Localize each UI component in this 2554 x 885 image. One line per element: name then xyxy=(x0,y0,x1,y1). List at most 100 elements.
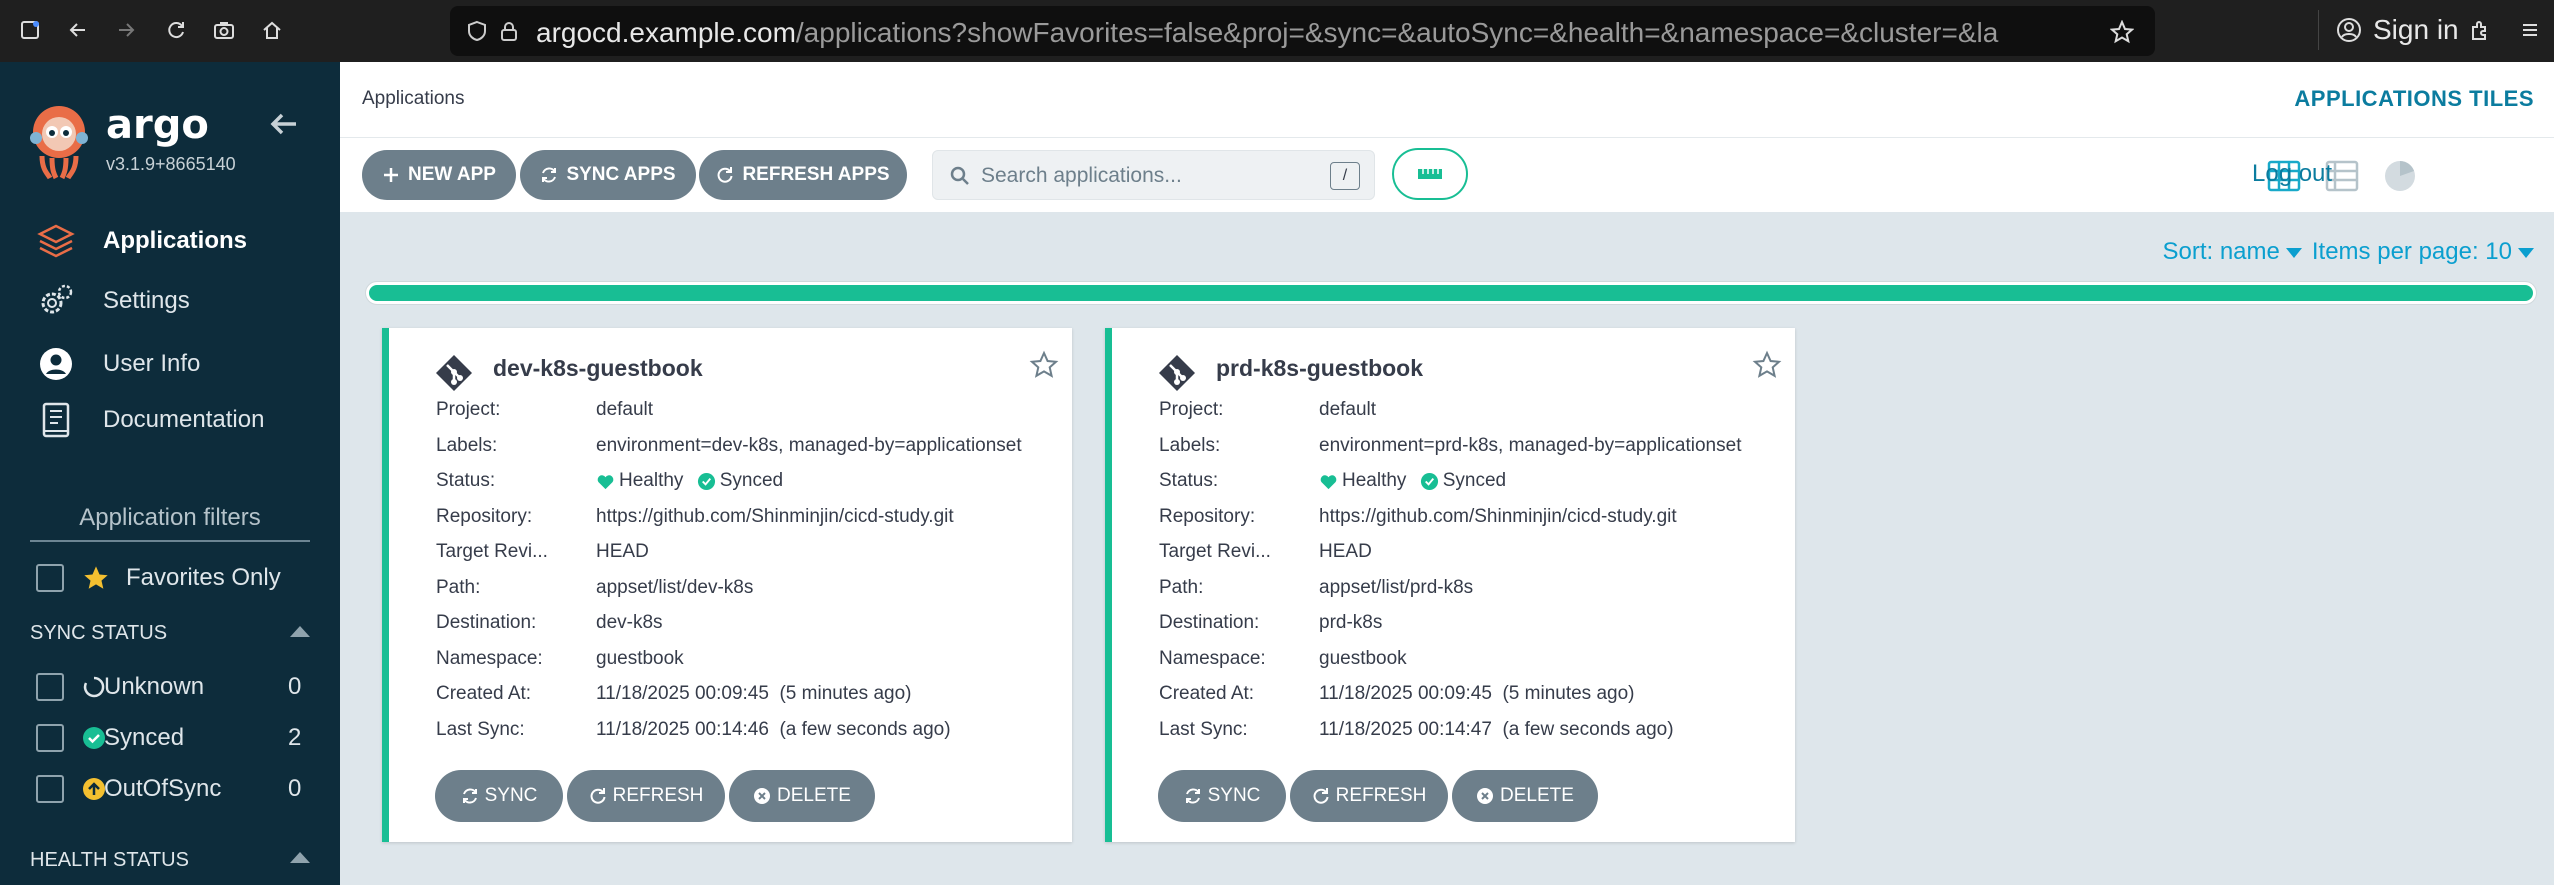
field-label: Repository: xyxy=(1159,506,1256,527)
field-label: Path: xyxy=(436,577,481,598)
new-app-button[interactable]: NEW APP xyxy=(362,150,516,200)
repository-link[interactable]: https://github.com/Shinminjin/cicd-study… xyxy=(596,506,954,528)
field-value: 11/18/2025 00:09:45 (5 minutes ago) xyxy=(1319,683,1635,704)
app-name[interactable]: prd-k8s-guestbook xyxy=(1216,355,1423,382)
sync-filter-count: 0 xyxy=(288,775,302,802)
repository-link[interactable]: https://github.com/Shinminjin/cicd-study… xyxy=(1319,506,1677,528)
nav-user-info[interactable]: User Info xyxy=(36,344,200,384)
version-text: v3.1.9+8665140 xyxy=(106,154,236,174)
field-label: Created At: xyxy=(436,683,532,704)
sync-icon xyxy=(1185,788,1200,804)
toolbar: NEW APP SYNC APPS REFRESH APPS Search ap… xyxy=(340,138,2554,212)
forward-icon[interactable] xyxy=(110,14,142,46)
collapse-sync-status-icon[interactable] xyxy=(290,626,310,637)
nav-documentation[interactable]: Documentation xyxy=(36,400,264,440)
app-name[interactable]: dev-k8s-guestbook xyxy=(493,355,703,382)
plus-icon xyxy=(384,168,399,182)
sync-button-label: SYNC xyxy=(1207,785,1261,806)
url-host: argocd.example.com xyxy=(536,17,796,48)
pie-chart-view-icon[interactable] xyxy=(2382,158,2418,194)
refresh-apps-button[interactable]: REFRESH APPS xyxy=(699,150,907,200)
favorite-star-icon[interactable] xyxy=(1029,350,1059,380)
field-value: default xyxy=(1319,399,1377,420)
nav-user-info-label: User Info xyxy=(103,350,201,377)
sync-button[interactable]: SYNC xyxy=(1158,770,1286,822)
lock-icon[interactable] xyxy=(498,20,520,42)
collapse-sidebar-icon[interactable] xyxy=(266,106,302,142)
sync-filter-label: Synced xyxy=(104,724,185,751)
shield-icon[interactable] xyxy=(466,20,488,42)
field-value: 11/18/2025 00:09:45 (5 minutes ago) xyxy=(596,683,912,704)
health-status-title: HEALTH STATUS xyxy=(30,849,189,871)
sync-button-label: SYNC xyxy=(484,785,538,806)
search-shortcut-key: / xyxy=(1330,162,1360,190)
breadcrumb[interactable]: Applications xyxy=(362,88,464,110)
screenshot-icon[interactable] xyxy=(208,14,240,46)
sync-filter-outofsync[interactable]: OutOfSync 0 xyxy=(36,773,316,805)
favorites-filter[interactable]: Favorites Only xyxy=(36,562,316,594)
app-card[interactable]: dev-k8s-guestbook Project: default Labels… xyxy=(382,328,1072,842)
refresh-button[interactable]: REFRESH xyxy=(567,770,725,822)
git-icon xyxy=(1159,355,1195,391)
tab-overview-icon[interactable] xyxy=(14,14,46,46)
sync-button[interactable]: SYNC xyxy=(435,770,563,822)
delete-button[interactable]: DELETE xyxy=(729,770,875,822)
sync-filter-synced[interactable]: Synced 2 xyxy=(36,722,316,754)
sign-in-button[interactable]: Sign in xyxy=(2318,10,2459,50)
search-placeholder: Search applications... xyxy=(981,164,1182,187)
items-per-page-dropdown[interactable]: Items per page: 10 xyxy=(2312,238,2534,266)
items-per-page-label: Items per page: 10 xyxy=(2311,238,2512,265)
field-label: Status: xyxy=(436,470,496,491)
sync-apps-label: SYNC APPS xyxy=(566,164,676,185)
status-value: Healthy Synced xyxy=(596,470,791,497)
logout-button[interactable]: Log out xyxy=(2252,160,2332,188)
status-value: Healthy Synced xyxy=(1319,470,1514,497)
sign-in-label: Sign in xyxy=(2373,14,2459,45)
field-label: Status: xyxy=(1159,470,1219,491)
health-label: Healthy xyxy=(1342,470,1407,491)
outofsync-checkbox[interactable] xyxy=(36,775,64,803)
field-value: guestbook xyxy=(596,648,684,669)
sync-filter-unknown[interactable]: Unknown 0 xyxy=(36,671,316,703)
favorite-star-icon[interactable] xyxy=(1752,350,1782,380)
health-status: Healthy xyxy=(1319,470,1406,492)
sort-dropdown[interactable]: Sort: name xyxy=(2162,238,2302,266)
refresh-apps-label: REFRESH APPS xyxy=(742,164,890,185)
favorites-checkbox[interactable] xyxy=(36,564,64,592)
address-bar[interactable]: argocd.example.com/applications?showFavo… xyxy=(450,6,2155,56)
nav-applications[interactable]: Applications xyxy=(36,221,247,261)
check-circle-icon xyxy=(1420,472,1438,490)
delete-button[interactable]: DELETE xyxy=(1452,770,1598,822)
sync-icon xyxy=(462,788,477,804)
app-card[interactable]: prd-k8s-guestbook Project: default Labels… xyxy=(1105,328,1795,842)
refresh-button[interactable]: REFRESH xyxy=(1290,770,1448,822)
field-label: Namespace: xyxy=(436,648,543,669)
extensions-icon[interactable] xyxy=(2464,14,2496,46)
field-value: environment=dev-k8s, managed-by=applicat… xyxy=(596,435,1022,456)
caret-down-icon xyxy=(2285,247,2302,258)
page-title: APPLICATIONS TILES xyxy=(2294,86,2534,111)
collapse-health-status-icon[interactable] xyxy=(290,852,310,863)
field-label: Project: xyxy=(436,399,501,420)
sync-label: Synced xyxy=(719,470,784,491)
field-value: HEAD xyxy=(1319,541,1372,562)
bookmark-star-icon[interactable] xyxy=(2110,20,2134,44)
filter-toggle-button[interactable] xyxy=(1392,148,1468,200)
ruler-icon xyxy=(1418,169,1442,179)
sync-apps-button[interactable]: SYNC APPS xyxy=(520,150,696,200)
nav-settings-label: Settings xyxy=(103,287,190,314)
nav-settings[interactable]: Settings xyxy=(36,281,190,321)
field-value: HEAD xyxy=(596,541,649,562)
arrow-up-circle-icon xyxy=(83,778,105,800)
check-circle-icon xyxy=(83,727,105,749)
unknown-checkbox[interactable] xyxy=(36,673,64,701)
search-input[interactable]: Search applications... / xyxy=(932,150,1375,200)
synced-checkbox[interactable] xyxy=(36,724,64,752)
field-label: Repository: xyxy=(436,506,533,527)
reload-icon[interactable] xyxy=(160,14,192,46)
home-icon[interactable] xyxy=(256,14,288,46)
field-label: Project: xyxy=(1159,399,1224,420)
menu-icon[interactable] xyxy=(2514,14,2546,46)
back-icon[interactable] xyxy=(62,14,94,46)
times-circle-icon xyxy=(1477,788,1494,804)
